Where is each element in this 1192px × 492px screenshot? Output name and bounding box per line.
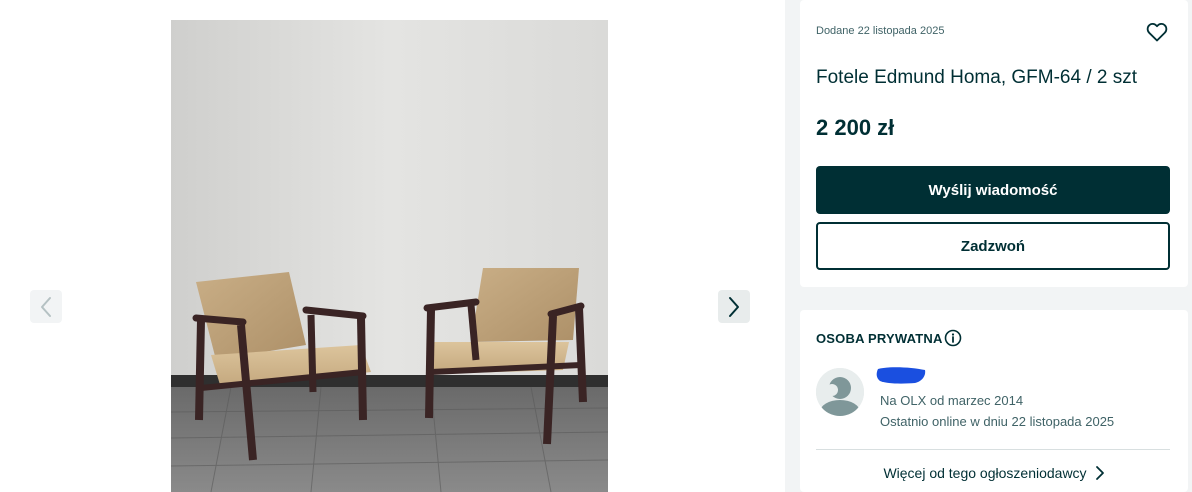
seller-name-redacted: [876, 367, 926, 384]
armchairs-photo: [171, 20, 608, 492]
listing-summary-card: Dodane 22 listopada 2025 Fotele Edmund H…: [800, 0, 1188, 287]
divider: [816, 449, 1170, 450]
avatar-placeholder-icon: [816, 368, 864, 416]
gallery-prev-button[interactable]: [30, 290, 62, 323]
seller-type-label: OSOBA PRYWATNA: [816, 331, 943, 346]
info-icon[interactable]: [944, 329, 962, 347]
gallery-next-button[interactable]: [718, 290, 750, 323]
send-message-button[interactable]: Wyślij wiadomość: [816, 166, 1170, 214]
seller-card: OSOBA PRYWATNA Na OLX od marzec 2014 Ost…: [800, 310, 1188, 492]
listing-title: Fotele Edmund Homa, GFM-64 / 2 szt: [816, 67, 1138, 88]
call-button[interactable]: Zadzwoń: [816, 222, 1170, 270]
favorite-button[interactable]: [1145, 20, 1169, 44]
image-gallery: [0, 0, 785, 492]
more-from-seller-link[interactable]: Więcej od tego ogłoszeniodawcy: [800, 465, 1188, 481]
heart-icon: [1146, 22, 1168, 42]
listing-price: 2 200 zł: [816, 115, 895, 140]
chevron-right-icon: [729, 296, 739, 317]
last-online: Ostatnio online w dniu 22 listopada 2025: [880, 414, 1115, 429]
listing-photo[interactable]: [171, 20, 608, 492]
chevron-right-icon: [1095, 466, 1104, 480]
chevron-left-icon: [41, 296, 51, 317]
more-from-seller-label: Więcej od tego ogłoszeniodawcy: [883, 465, 1087, 481]
avatar[interactable]: [816, 368, 864, 416]
added-date: Dodane 22 listopada 2025: [816, 25, 945, 37]
member-since: Na OLX od marzec 2014: [880, 393, 1024, 408]
